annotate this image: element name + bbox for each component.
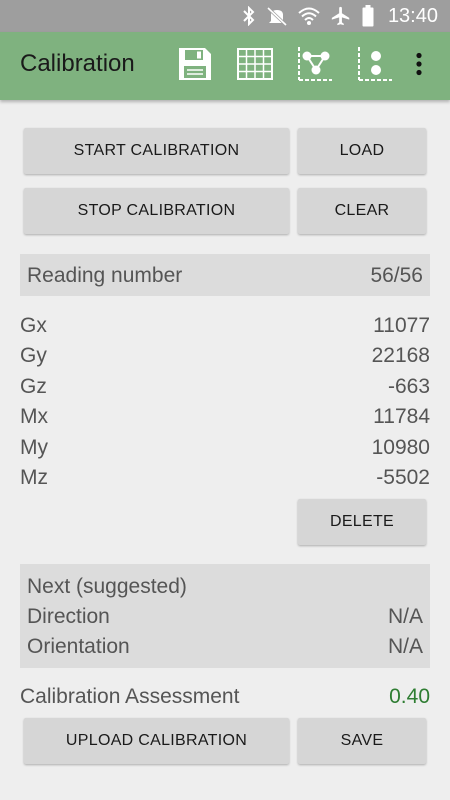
- sensor-row-mz: Mz -5502: [20, 466, 430, 496]
- sensor-label: Gy: [20, 344, 47, 367]
- direction-label: Direction: [27, 605, 110, 628]
- status-icons: 13:40: [242, 0, 438, 32]
- graph-toolbar-button[interactable]: [294, 45, 336, 87]
- load-button[interactable]: LOAD: [298, 128, 426, 174]
- sensor-value: 11077: [373, 314, 430, 337]
- reading-number-value: 56/56: [370, 264, 423, 287]
- battery-icon: [362, 5, 374, 27]
- delete-button[interactable]: DELETE: [298, 499, 426, 545]
- mute-icon: [266, 6, 288, 26]
- airplane-icon: [330, 5, 352, 27]
- scatter-icon: [356, 45, 394, 88]
- direction-row: Direction N/A: [27, 605, 423, 633]
- direction-value: N/A: [387, 605, 423, 628]
- clear-button[interactable]: CLEAR: [298, 188, 426, 234]
- sensor-row-gz: Gz -663: [20, 375, 430, 405]
- orientation-value: N/A: [387, 635, 423, 658]
- table-toolbar-button[interactable]: [234, 45, 276, 87]
- sensor-row-gy: Gy 22168: [20, 344, 430, 374]
- status-bar: 13:40: [0, 0, 450, 32]
- more-vert-icon: [415, 52, 423, 81]
- stop-calibration-button[interactable]: STOP CALIBRATION: [24, 188, 289, 234]
- reading-number-label: Reading number: [27, 264, 183, 287]
- sensor-row-my: My 10980: [20, 436, 430, 466]
- save-toolbar-button[interactable]: [174, 45, 216, 87]
- calibration-assessment-value: 0.40: [389, 685, 430, 708]
- scatter-toolbar-button[interactable]: [354, 45, 396, 87]
- sensor-value: -5502: [376, 466, 430, 489]
- sensor-row-mx: Mx 11784: [20, 405, 430, 435]
- sensor-value: 22168: [371, 344, 430, 367]
- reading-number-row: Reading number 56/56: [20, 254, 430, 296]
- clock: 13:40: [387, 4, 438, 27]
- suggested-next-panel: Next (suggested) Direction N/A Orientati…: [20, 564, 430, 668]
- sensor-value: 10980: [371, 436, 430, 459]
- bluetooth-icon: [242, 6, 256, 26]
- sensor-value: 11784: [373, 405, 430, 428]
- sensor-value: -663: [387, 375, 430, 398]
- wifi-icon: [298, 6, 320, 26]
- sensor-label: My: [20, 436, 48, 459]
- save-button[interactable]: SAVE: [298, 718, 426, 764]
- sensor-label: Mz: [20, 466, 48, 489]
- sensor-row-gx: Gx 11077: [20, 314, 430, 344]
- orientation-label: Orientation: [27, 635, 130, 658]
- sensor-label: Gz: [20, 375, 47, 398]
- calibration-assessment-label: Calibration Assessment: [20, 685, 240, 708]
- table-icon: [237, 47, 273, 85]
- suggested-title: Next (suggested): [27, 575, 187, 598]
- save-icon: [177, 46, 213, 87]
- graph-icon: [296, 45, 334, 88]
- sensor-label: Mx: [20, 405, 48, 428]
- page-title: Calibration: [20, 50, 135, 77]
- overflow-menu-button[interactable]: [398, 45, 440, 87]
- app-bar: Calibration: [0, 32, 450, 100]
- sensor-label: Gx: [20, 314, 47, 337]
- start-calibration-button[interactable]: START CALIBRATION: [24, 128, 289, 174]
- orientation-row: Orientation N/A: [27, 635, 423, 663]
- upload-calibration-button[interactable]: UPLOAD CALIBRATION: [24, 718, 289, 764]
